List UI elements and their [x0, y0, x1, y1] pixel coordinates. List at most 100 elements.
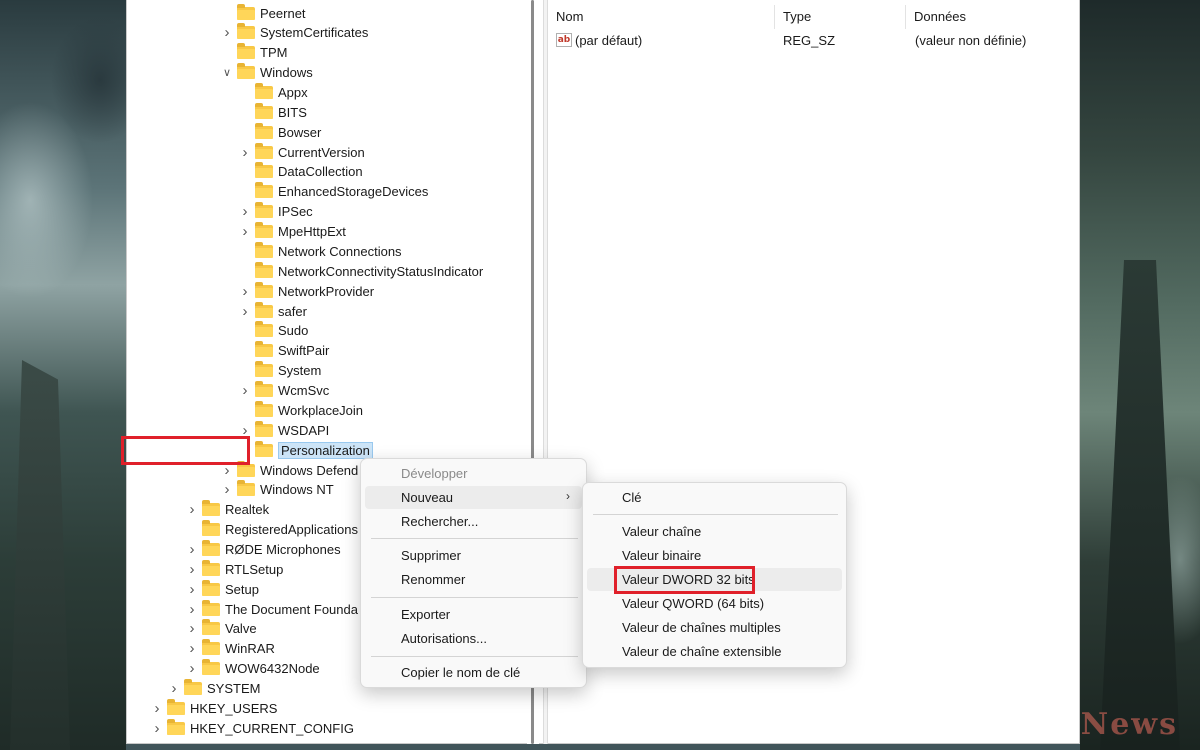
chevron-right-icon[interactable]: › [239, 381, 251, 401]
tree-item[interactable]: Peernet [221, 3, 306, 23]
folder-icon [255, 102, 273, 119]
folder-icon [202, 559, 220, 576]
value-row[interactable]: ab (par défaut) REG_SZ (valeur non défin… [548, 30, 1081, 50]
menu-item-delete[interactable]: Supprimer [365, 544, 582, 567]
submenu-item-qword-value[interactable]: Valeur QWORD (64 bits) [587, 592, 842, 615]
menu-item-new[interactable]: Nouveau › [365, 486, 582, 509]
folder-icon [202, 520, 220, 537]
column-header-name[interactable]: Nom [548, 5, 774, 27]
tree-item[interactable]: › SYSTEM [168, 679, 260, 699]
tree-item-label: Valve [225, 621, 257, 637]
tree-item[interactable]: › Windows NT [221, 480, 334, 500]
tree-item[interactable]: › WSDAPI [239, 420, 329, 440]
tree-item[interactable]: Network Connections [239, 241, 402, 261]
chevron-right-icon[interactable]: › [186, 619, 198, 639]
submenu-item-string-value[interactable]: Valeur chaîne [587, 520, 842, 543]
chevron-right-icon[interactable]: › [186, 639, 198, 659]
folder-icon [255, 301, 273, 318]
chevron-right-icon[interactable]: › [239, 301, 251, 321]
menu-item-rename-label: Renommer [401, 572, 466, 587]
tree-item[interactable]: › The Document Founda [186, 599, 358, 619]
tree-item[interactable]: ∨ Windows [221, 63, 313, 83]
chevron-right-icon[interactable]: › [168, 679, 180, 699]
tree-item[interactable]: › Realtek [186, 500, 269, 520]
chevron-right-icon[interactable]: › [186, 539, 198, 559]
chevron-right-icon[interactable]: › [239, 202, 251, 222]
chevron-down-icon[interactable]: ∨ [221, 63, 233, 83]
menu-item-find-label: Rechercher... [401, 514, 479, 529]
tree-item[interactable]: RegisteredApplications [186, 520, 358, 540]
chevron-right-icon[interactable]: › [186, 659, 198, 679]
chevron-right-icon[interactable]: › [186, 599, 198, 619]
submenu-item-binary-value[interactable]: Valeur binaire [587, 544, 842, 567]
tree-item[interactable]: System [239, 361, 321, 381]
tree-item[interactable]: Bowser [239, 122, 321, 142]
menu-item-permissions[interactable]: Autorisations... [365, 627, 582, 650]
tree-item[interactable]: › HKEY_CURRENT_CONFIG [151, 718, 354, 738]
tree-item[interactable]: Personalization [239, 440, 373, 460]
tree-item[interactable]: › WinRAR [186, 639, 275, 659]
menu-item-copy-key-name[interactable]: Copier le nom de clé [365, 661, 582, 684]
chevron-right-icon[interactable]: › [186, 559, 198, 579]
menu-separator [371, 597, 578, 598]
tree-item-label: Setup [225, 581, 259, 597]
chevron-right-icon[interactable]: › [151, 698, 163, 718]
tree-item[interactable]: EnhancedStorageDevices [239, 182, 428, 202]
tree-item[interactable]: TPM [221, 43, 287, 63]
tree-item[interactable]: › RØDE Microphones [186, 539, 341, 559]
submenu-item-multi-string-value[interactable]: Valeur de chaînes multiples [587, 616, 842, 639]
column-header-type[interactable]: Type [775, 5, 905, 27]
tree-item[interactable]: › WcmSvc [239, 381, 329, 401]
tree-item[interactable]: › NetworkProvider [239, 281, 374, 301]
chevron-right-icon[interactable]: › [221, 23, 233, 43]
tree-item-label: System [278, 363, 322, 379]
tree-item[interactable]: WorkplaceJoin [239, 400, 363, 420]
tree-item-label: MpeHttpExt [278, 224, 346, 240]
value-name: (par défaut) [575, 32, 643, 48]
chevron-right-icon[interactable]: › [186, 579, 198, 599]
tree-item[interactable]: NetworkConnectivityStatusIndicator [239, 261, 483, 281]
chevron-right-icon[interactable]: › [239, 222, 251, 242]
tree-item[interactable]: › Valve [186, 619, 257, 639]
menu-item-export[interactable]: Exporter [365, 603, 582, 626]
chevron-right-icon[interactable]: › [221, 480, 233, 500]
tree-item[interactable]: › HKEY_USERS [151, 698, 277, 718]
tree-item-label: NetworkProvider [278, 283, 375, 299]
chevron-right-icon[interactable]: › [151, 718, 163, 738]
tree-item-label: HKEY_CURRENT_CONFIG [190, 720, 354, 736]
folder-icon [237, 63, 255, 80]
menu-item-expand[interactable]: Développer [365, 462, 582, 485]
submenu-item-key[interactable]: Clé [587, 486, 842, 509]
submenu-item-expandable-string-value[interactable]: Valeur de chaîne extensible [587, 640, 842, 663]
tree-item[interactable]: › CurrentVersion [239, 142, 365, 162]
chevron-right-icon[interactable]: › [186, 500, 198, 520]
tree-item[interactable]: DataCollection [239, 162, 363, 182]
tree-item[interactable]: › IPSec [239, 202, 313, 222]
tree-item[interactable]: › SystemCertificates [221, 23, 368, 43]
menu-item-find[interactable]: Rechercher... [365, 510, 582, 533]
folder-icon [255, 82, 273, 99]
tree-item[interactable]: › MpeHttpExt [239, 222, 346, 242]
folder-icon [202, 539, 220, 556]
tree-item[interactable]: › Setup [186, 579, 259, 599]
tree-item-label: SYSTEM [207, 681, 261, 697]
tree-item-label: BITS [278, 104, 307, 120]
tree-item[interactable]: › WOW6432Node [186, 659, 320, 679]
tree-item[interactable]: Sudo [239, 321, 308, 341]
tree-item[interactable]: › safer [239, 301, 307, 321]
menu-item-rename[interactable]: Renommer [365, 568, 582, 591]
tree-item[interactable]: › RTLSetup [186, 559, 283, 579]
chevron-right-icon[interactable]: › [239, 142, 251, 162]
tree-item-label: RØDE Microphones [225, 541, 341, 557]
column-header-data[interactable]: Données [906, 5, 1076, 27]
tree-item[interactable]: SwiftPair [239, 341, 329, 361]
chevron-right-icon[interactable]: › [239, 281, 251, 301]
tree-item[interactable]: BITS [239, 102, 307, 122]
folder-icon [255, 361, 273, 378]
tree-item[interactable]: Appx [239, 82, 308, 102]
string-value-icon: ab [556, 33, 572, 47]
tree-item-label: DataCollection [278, 164, 363, 180]
